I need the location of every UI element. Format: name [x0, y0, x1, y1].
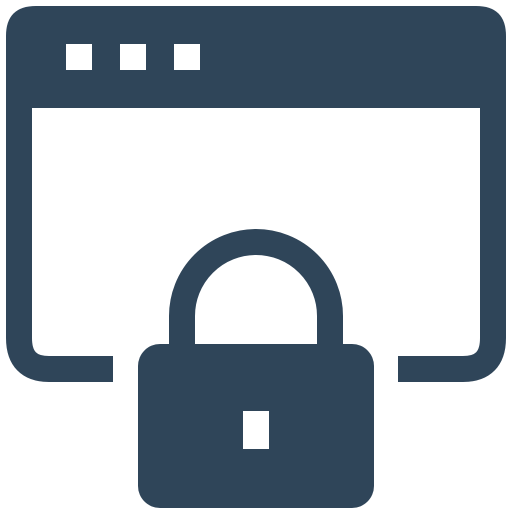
window-control-dots	[66, 44, 200, 70]
padlock	[138, 229, 374, 508]
window-dot-3	[174, 44, 200, 70]
secure-browser-window-lock-icon	[6, 6, 506, 508]
window-dot-1	[66, 44, 92, 70]
keyhole-icon	[243, 411, 269, 449]
icon-canvas	[0, 0, 512, 512]
browser-window-frame-right	[398, 100, 506, 382]
browser-window-frame	[6, 100, 113, 382]
padlock-shackle	[169, 229, 343, 346]
window-dot-2	[120, 44, 146, 70]
